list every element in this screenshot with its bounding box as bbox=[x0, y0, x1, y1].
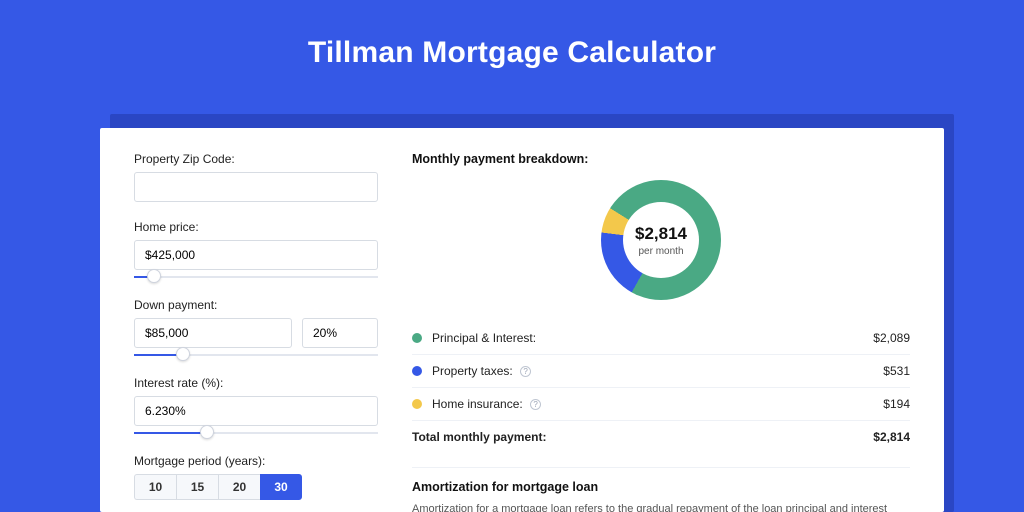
interest-rate-input[interactable] bbox=[134, 396, 378, 426]
amortization-section: Amortization for mortgage loan Amortizat… bbox=[412, 467, 910, 512]
inputs-column: Property Zip Code: Home price: Down paym… bbox=[134, 152, 378, 512]
amortization-heading: Amortization for mortgage loan bbox=[412, 480, 910, 494]
calculator-card: Property Zip Code: Home price: Down paym… bbox=[100, 128, 944, 512]
mortgage-period-label: Mortgage period (years): bbox=[134, 454, 378, 468]
down-payment-percent-input[interactable] bbox=[302, 318, 378, 348]
legend-row: Home insurance: ?$194 bbox=[412, 387, 910, 420]
interest-rate-label: Interest rate (%): bbox=[134, 376, 378, 390]
down-payment-amount-input[interactable] bbox=[134, 318, 292, 348]
legend-swatch bbox=[412, 399, 422, 409]
home-price-label: Home price: bbox=[134, 220, 378, 234]
legend-total-name: Total monthly payment: bbox=[412, 430, 873, 444]
legend-value: $531 bbox=[883, 364, 910, 378]
interest-rate-slider[interactable] bbox=[134, 428, 378, 436]
period-button-15[interactable]: 15 bbox=[176, 474, 218, 500]
legend-name: Home insurance: ? bbox=[432, 397, 883, 411]
down-payment-label: Down payment: bbox=[134, 298, 378, 312]
down-payment-group: Down payment: bbox=[134, 298, 378, 358]
period-buttons: 10152030 bbox=[134, 474, 378, 500]
info-icon[interactable]: ? bbox=[530, 399, 541, 410]
legend-value: $194 bbox=[883, 397, 910, 411]
legend-row: Property taxes: ?$531 bbox=[412, 354, 910, 387]
donut-chart-wrap: $2,814 per month bbox=[412, 180, 910, 300]
legend-swatch bbox=[412, 333, 422, 343]
period-button-10[interactable]: 10 bbox=[134, 474, 176, 500]
interest-rate-group: Interest rate (%): bbox=[134, 376, 378, 436]
home-price-input[interactable] bbox=[134, 240, 378, 270]
slider-thumb[interactable] bbox=[200, 425, 214, 439]
donut-center: $2,814 per month bbox=[623, 202, 699, 278]
legend-swatch bbox=[412, 366, 422, 376]
slider-thumb[interactable] bbox=[176, 347, 190, 361]
legend-name: Property taxes: ? bbox=[432, 364, 883, 378]
legend-row: Principal & Interest:$2,089 bbox=[412, 322, 910, 354]
donut-sublabel: per month bbox=[638, 246, 683, 257]
page-title: Tillman Mortgage Calculator bbox=[0, 0, 1024, 96]
slider-thumb[interactable] bbox=[147, 269, 161, 283]
home-price-slider[interactable] bbox=[134, 272, 378, 280]
legend-total-value: $2,814 bbox=[873, 430, 910, 444]
donut-amount: $2,814 bbox=[635, 224, 687, 244]
period-button-20[interactable]: 20 bbox=[218, 474, 260, 500]
legend-total-row: Total monthly payment:$2,814 bbox=[412, 420, 910, 453]
amortization-text: Amortization for a mortgage loan refers … bbox=[412, 502, 910, 512]
period-button-30[interactable]: 30 bbox=[260, 474, 302, 500]
legend-name: Principal & Interest: bbox=[432, 331, 873, 345]
zip-input[interactable] bbox=[134, 172, 378, 202]
legend-value: $2,089 bbox=[873, 331, 910, 345]
summary-column: Monthly payment breakdown: $2,814 per mo… bbox=[412, 152, 910, 512]
donut-chart: $2,814 per month bbox=[601, 180, 721, 300]
mortgage-period-group: Mortgage period (years): 10152030 bbox=[134, 454, 378, 500]
home-price-group: Home price: bbox=[134, 220, 378, 280]
legend: Principal & Interest:$2,089Property taxe… bbox=[412, 322, 910, 453]
zip-group: Property Zip Code: bbox=[134, 152, 378, 202]
down-payment-slider[interactable] bbox=[134, 350, 378, 358]
zip-label: Property Zip Code: bbox=[134, 152, 378, 166]
info-icon[interactable]: ? bbox=[520, 366, 531, 377]
summary-title: Monthly payment breakdown: bbox=[412, 152, 910, 166]
